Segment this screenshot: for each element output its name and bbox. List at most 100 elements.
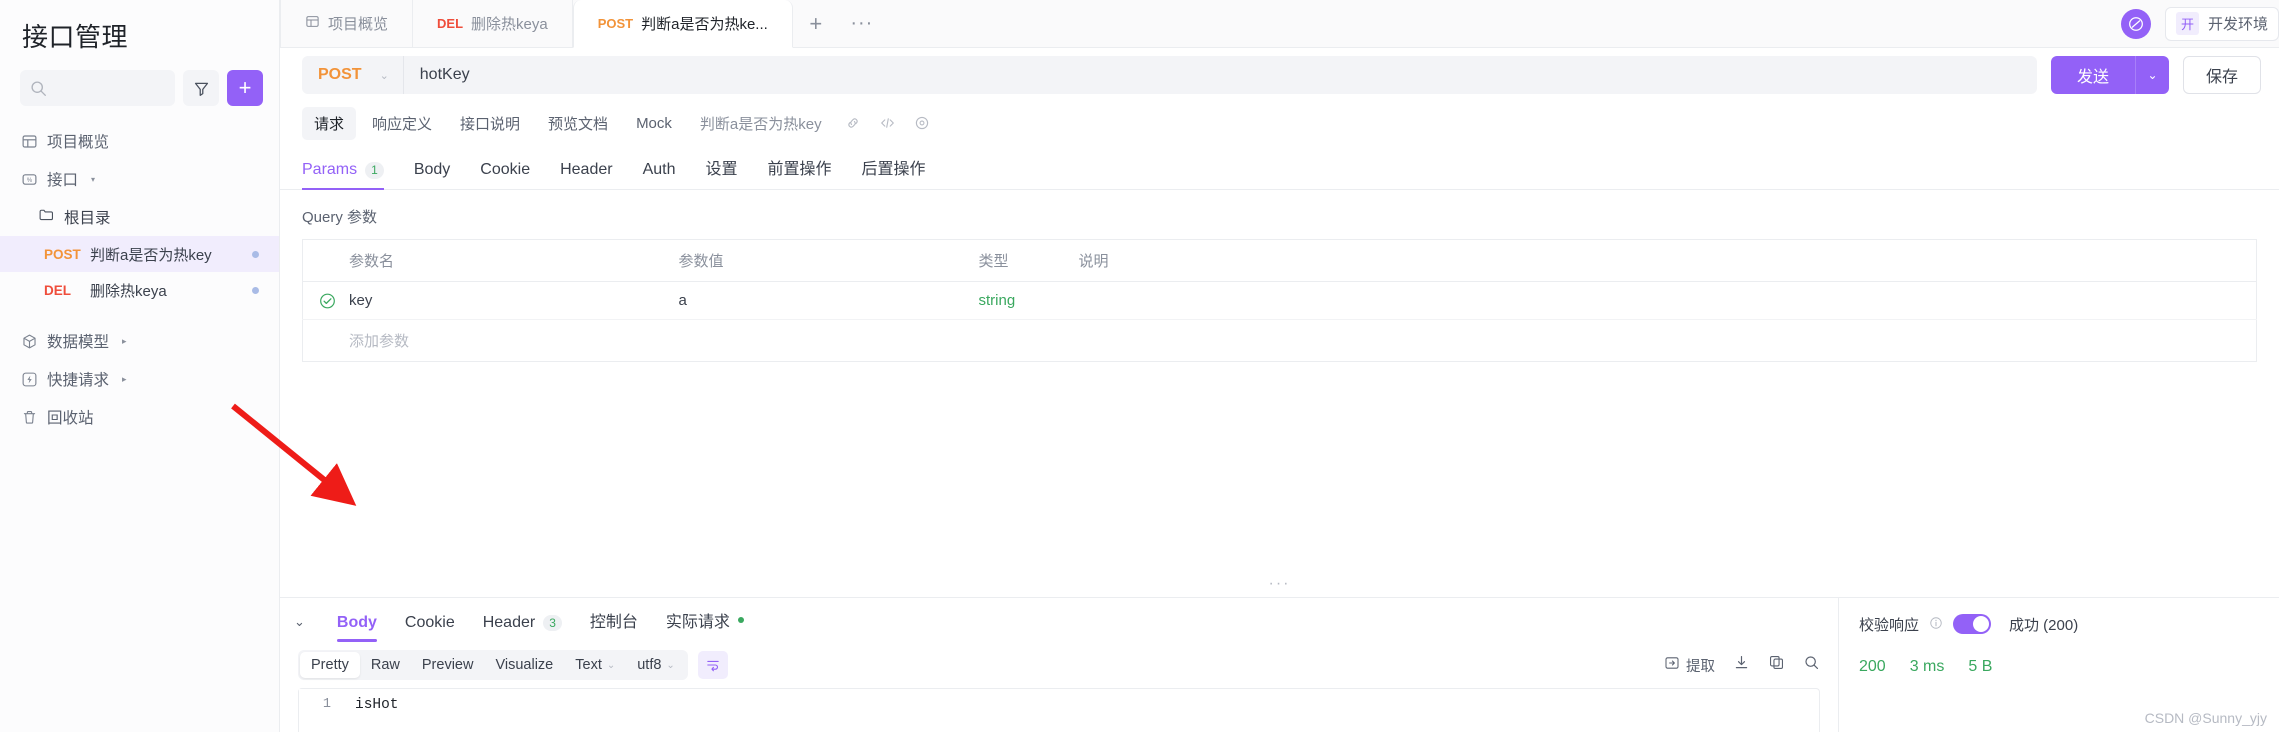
header-count-badge: 3 [543, 615, 562, 631]
response-tab-header[interactable]: Header 3 [483, 614, 562, 642]
sidebar-item-quick-request[interactable]: 快捷请求 ▸ [0, 360, 279, 398]
cube-icon [20, 332, 38, 350]
response-tab-console[interactable]: 控制台 [590, 608, 638, 642]
param-name-value: key [349, 292, 373, 309]
tab-auth[interactable]: Auth [643, 161, 676, 189]
param-desc-cell[interactable] [1032, 281, 2257, 320]
code-icon[interactable] [872, 115, 903, 131]
tab-label: Header [482, 614, 536, 631]
add-param-placeholder[interactable]: 添加参数 [303, 320, 2257, 362]
tab-delete-hotkey[interactable]: DEL 删除热keya [413, 0, 573, 47]
param-type-cell[interactable]: string [932, 281, 1033, 320]
search-icon[interactable] [1803, 654, 1820, 676]
response-panel: ⌄ Body Cookie Header 3 控制台 实际请求 Pretty R… [280, 597, 2279, 732]
tab-method-badge: POST [597, 16, 634, 31]
tab-label: Cookie [404, 614, 455, 631]
response-size: 5 B [1968, 658, 1993, 675]
tab-label: Body [336, 614, 377, 631]
verify-response-row: 校验响应 成功 (200) [1859, 598, 2259, 642]
environment-selector[interactable]: 开 开发环境 [2164, 6, 2279, 41]
panel-resize-handle[interactable]: ··· [280, 575, 2279, 593]
response-time: 3 ms [1909, 658, 1945, 675]
sidebar-api-item-del[interactable]: DEL 删除热keya [0, 272, 279, 308]
chevron-right-icon[interactable]: ▸ [122, 374, 127, 385]
tab-project-overview[interactable]: 项目概览 [280, 0, 414, 47]
view-raw-button[interactable]: Raw [360, 652, 411, 678]
tab-label: 实际请求 [665, 614, 730, 631]
url-input-wrapper: POST ⌄ [302, 56, 2037, 94]
link-icon[interactable] [838, 115, 868, 131]
tab-settings[interactable]: 设置 [706, 155, 738, 189]
subtab-response-definition[interactable]: 响应定义 [360, 107, 444, 140]
sidebar-nav: 项目概览 % 接口 ▾ 根目录 POST 判断a是否为热key DEL 删除热k… [0, 106, 279, 436]
collapse-chevron-icon[interactable]: ⌄ [294, 614, 305, 642]
tab-pre-operation[interactable]: 前置操作 [768, 155, 832, 189]
param-value-cell[interactable]: a [632, 281, 933, 320]
sidebar-folder-root[interactable]: 根目录 [0, 198, 279, 236]
folder-icon [38, 206, 55, 228]
api-icon: % [20, 170, 38, 188]
view-visualize-button[interactable]: Visualize [484, 652, 564, 678]
chevron-right-icon[interactable]: ▸ [122, 336, 127, 347]
tab-label: Cookie [480, 161, 531, 178]
subtab-request[interactable]: 请求 [302, 106, 357, 140]
save-button[interactable]: 保存 [2182, 56, 2261, 94]
sidebar-item-project-overview[interactable]: 项目概览 [0, 122, 279, 160]
tab-params[interactable]: Params 1 [302, 161, 384, 190]
extract-button[interactable]: 提取 [1664, 655, 1715, 676]
tab-overflow-button[interactable]: ··· [839, 0, 885, 47]
table-row-add[interactable]: 添加参数 [303, 320, 2257, 362]
response-status-text: 成功 (200) [2009, 616, 2079, 634]
extract-icon [1664, 655, 1680, 675]
search-input[interactable] [20, 70, 175, 106]
view-pretty-button[interactable]: Pretty [300, 652, 360, 678]
filter-button[interactable] [183, 70, 219, 106]
share-icon[interactable] [907, 115, 937, 131]
sidebar-item-data-model[interactable]: 数据模型 ▸ [0, 322, 279, 360]
tab-body[interactable]: Body [414, 161, 450, 189]
sidebar-item-recycle-bin[interactable]: 回收站 [0, 398, 279, 436]
subtab-api-description[interactable]: 接口说明 [448, 107, 532, 140]
word-wrap-icon[interactable] [697, 651, 728, 679]
sidebar-api-item-post[interactable]: POST 判断a是否为热key [0, 236, 279, 272]
api-method-badge: POST [44, 246, 81, 262]
tab-judge-hotkey[interactable]: POST 判断a是否为热ke... [572, 0, 793, 48]
param-name-cell[interactable]: key [302, 281, 633, 320]
env-badge: 开 [2175, 12, 2199, 35]
tab-header[interactable]: Header [560, 161, 612, 189]
verify-response-toggle[interactable] [1953, 614, 1992, 634]
view-mode-group: Pretty Raw Preview Visualize Text ⌄ utf8… [298, 650, 688, 680]
download-icon[interactable] [1733, 654, 1750, 676]
table-row[interactable]: key a string [302, 281, 2257, 320]
http-method-select[interactable]: POST ⌄ [302, 56, 404, 94]
encoding-select[interactable]: utf8 ⌄ [626, 652, 686, 678]
response-tab-body[interactable]: Body [336, 614, 377, 642]
subtab-mock[interactable]: Mock [624, 109, 684, 138]
overview-icon [20, 132, 38, 150]
response-tab-actual-request[interactable]: 实际请求 [666, 608, 744, 642]
send-button[interactable]: 发送 [2050, 56, 2135, 94]
info-icon[interactable] [1929, 616, 1943, 633]
response-body-editor[interactable]: 1 isHot [298, 688, 1820, 732]
tab-post-operation[interactable]: 后置操作 [862, 155, 926, 189]
tab-cookie[interactable]: Cookie [480, 161, 530, 189]
tab-label: Auth [642, 161, 676, 178]
subtab-preview-doc[interactable]: 预览文档 [536, 107, 620, 140]
search-icon [31, 80, 46, 96]
sidebar-item-api[interactable]: % 接口 ▾ [0, 160, 279, 198]
chevron-down-icon: ⌄ [666, 659, 675, 671]
response-tab-cookie[interactable]: Cookie [405, 614, 455, 642]
checkbox-checked-icon[interactable] [319, 292, 336, 309]
add-button[interactable]: + [227, 70, 263, 106]
sync-avatar-icon[interactable] [2120, 8, 2151, 39]
view-preview-button[interactable]: Preview [411, 652, 485, 678]
url-input[interactable] [403, 66, 2037, 84]
copy-icon[interactable] [1768, 654, 1785, 676]
chevron-down-icon[interactable]: ▾ [91, 175, 95, 184]
content-type-select[interactable]: Text ⌄ [564, 652, 626, 678]
request-subtabs: 请求 响应定义 接口说明 预览文档 Mock 判断a是否为热key [280, 102, 2279, 144]
send-options-button[interactable]: ⌄ [2134, 56, 2169, 94]
main-area: 项目概览 DEL 删除热keya POST 判断a是否为热ke... + ··· [280, 0, 2279, 732]
new-tab-button[interactable]: + [793, 0, 839, 47]
column-header-type: 类型 [932, 239, 1033, 282]
